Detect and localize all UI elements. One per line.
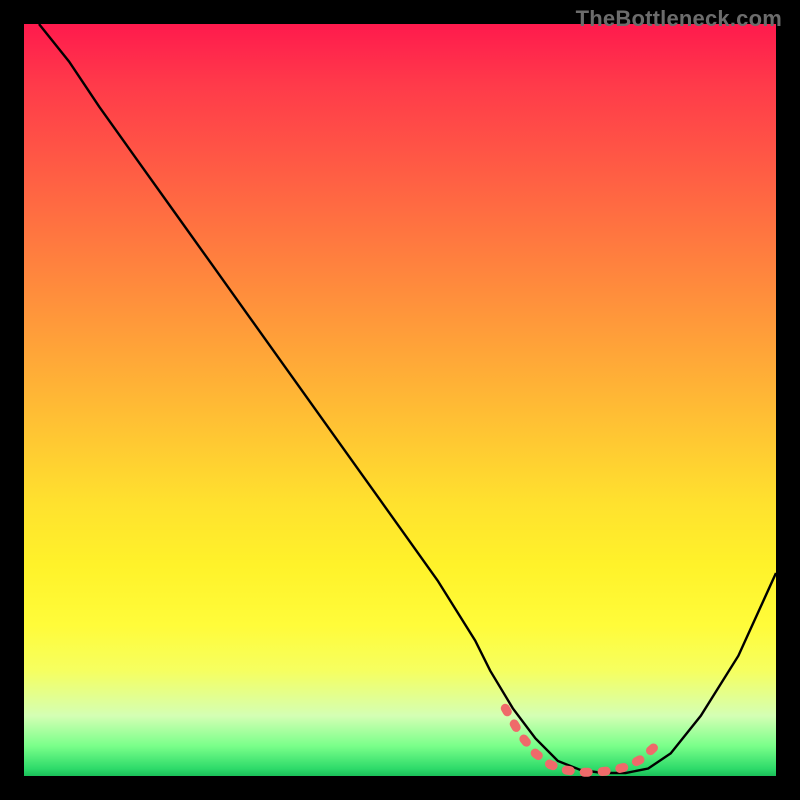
highlight-band-dots xyxy=(505,708,655,772)
chart-svg xyxy=(24,24,776,776)
chart-frame: TheBottleneck.com xyxy=(0,0,800,800)
highlight-band-path xyxy=(505,708,655,772)
bottleneck-curve xyxy=(39,24,776,773)
